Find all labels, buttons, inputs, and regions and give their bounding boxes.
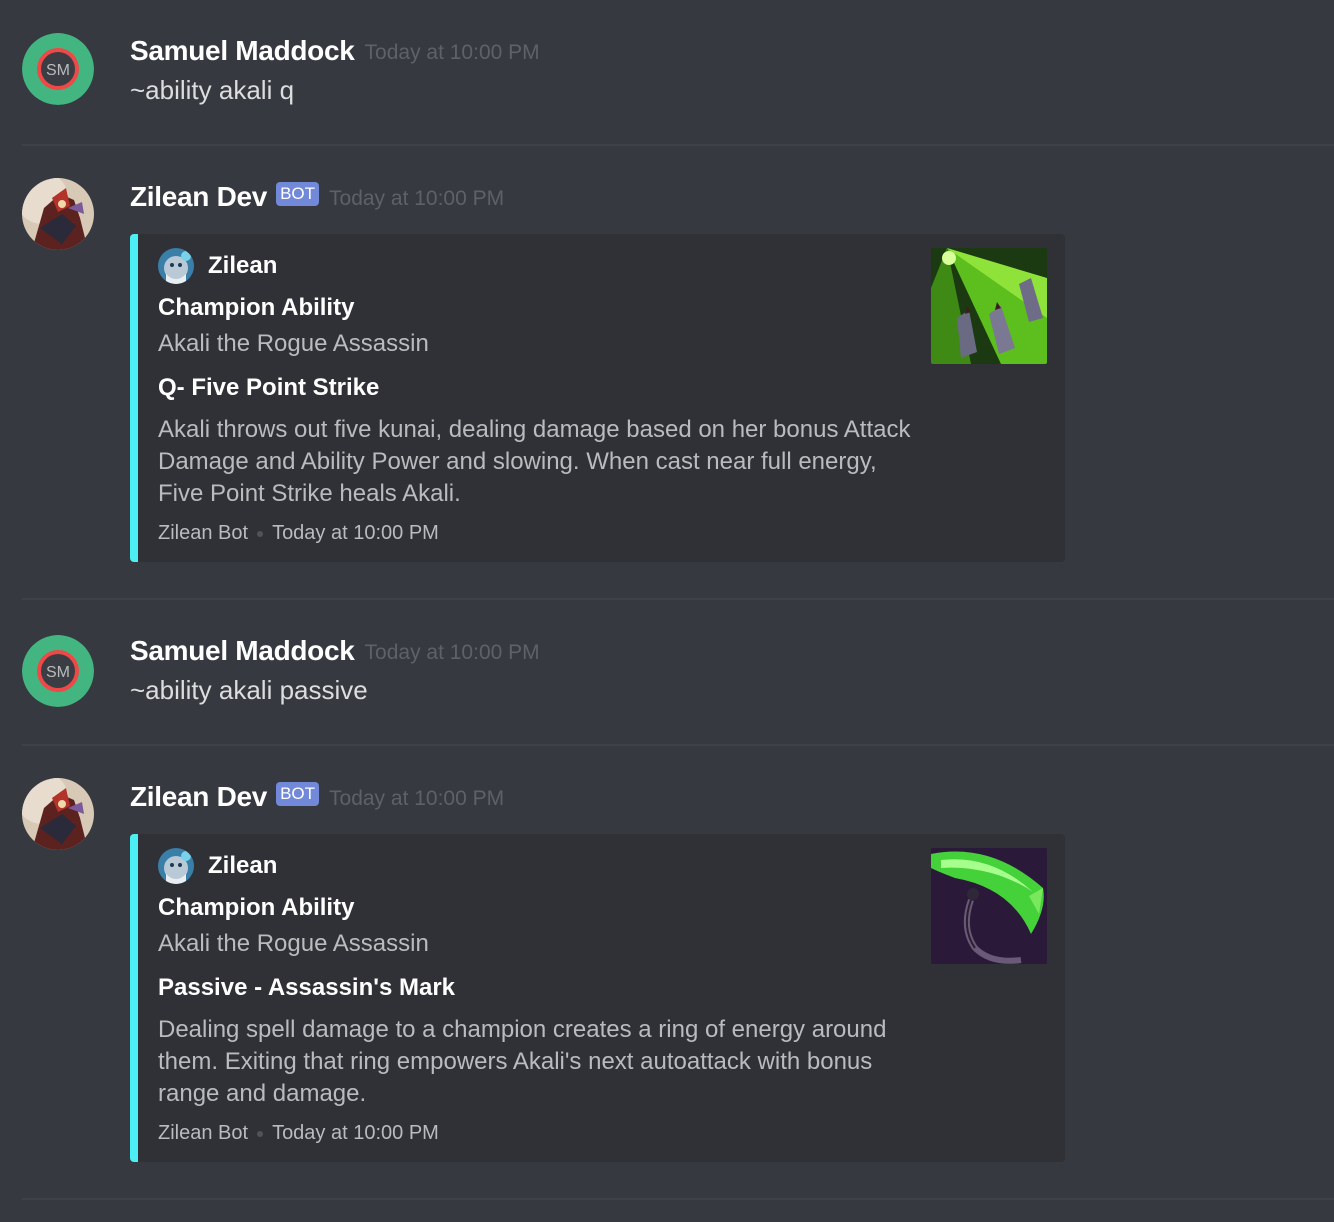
username[interactable]: Samuel Maddock xyxy=(130,635,355,667)
message-divider xyxy=(22,744,1334,746)
avatar-initials: SM xyxy=(46,62,70,79)
message-content: ~ability akali q xyxy=(130,75,295,105)
message-content: ~ability akali passive xyxy=(130,675,368,705)
user-avatar-icon: SM xyxy=(22,33,94,105)
embed-author: Zilean xyxy=(158,248,277,284)
zilean-author-icon xyxy=(158,248,194,284)
footer-text: Zilean Bot xyxy=(158,1122,249,1144)
message-timestamp: Today at 10:00 PM xyxy=(329,187,505,210)
bot-avatar-icon xyxy=(22,178,94,250)
message-divider xyxy=(22,598,1334,600)
embed-description: Akali the Rogue Assassin xyxy=(158,930,429,957)
field-value-line: Dealing spell damage to a champion creat… xyxy=(158,1016,887,1043)
message-timestamp: Today at 10:00 PM xyxy=(364,641,540,664)
field-value-line: Damage and Ability Power and slowing. Wh… xyxy=(158,448,877,475)
embed-field-value: Akali throws out five kunai, dealing dam… xyxy=(158,414,918,510)
bot-avatar-icon xyxy=(22,778,94,850)
message-header: Zilean Dev BOT Today at 10:00 PM xyxy=(130,177,504,217)
field-value-line: them. Exiting that ring empowers Akali's… xyxy=(158,1048,873,1075)
embed-author-name[interactable]: Zilean xyxy=(208,252,277,280)
embed-footer: Zilean Bot Today at 10:00 PM xyxy=(158,1122,439,1145)
username[interactable]: Samuel Maddock xyxy=(130,35,355,67)
avatar[interactable] xyxy=(22,778,94,850)
rich-embed: Zilean Champion Ability Akali the Rogue … xyxy=(130,234,1065,562)
embed-description: Akali the Rogue Assassin xyxy=(158,330,429,357)
embed-field-name: Q- Five Point Strike xyxy=(158,374,380,401)
username[interactable]: Zilean Dev xyxy=(130,781,267,813)
field-value-line: Akali throws out five kunai, dealing dam… xyxy=(158,416,911,443)
bot-tag: BOT xyxy=(276,782,320,806)
embed-field-value: Dealing spell damage to a champion creat… xyxy=(158,1014,918,1110)
embed-author-name[interactable]: Zilean xyxy=(208,852,277,880)
message-divider xyxy=(22,144,1334,146)
message-divider xyxy=(22,1198,1334,1200)
assassins-mark-icon[interactable] xyxy=(931,848,1047,964)
message-timestamp: Today at 10:00 PM xyxy=(329,787,505,810)
field-value-line: range and damage. xyxy=(158,1080,367,1107)
footer-separator xyxy=(257,530,264,537)
embed-footer: Zilean Bot Today at 10:00 PM xyxy=(158,522,439,545)
embed-title: Champion Ability xyxy=(158,894,355,921)
avatar[interactable] xyxy=(22,178,94,250)
avatar[interactable]: SM xyxy=(22,33,94,105)
footer-separator xyxy=(257,1130,264,1137)
rich-embed: Zilean Champion Ability Akali the Rogue … xyxy=(130,834,1065,1162)
embed-author: Zilean xyxy=(158,848,277,884)
field-value-line: Five Point Strike heals Akali. xyxy=(158,480,461,507)
message-header: Zilean Dev BOT Today at 10:00 PM xyxy=(130,777,504,817)
embed-field-name: Passive - Assassin's Mark xyxy=(158,974,455,1001)
message-timestamp: Today at 10:00 PM xyxy=(364,41,540,64)
message-header: Samuel Maddock Today at 10:00 PM xyxy=(130,631,540,671)
footer-text: Zilean Bot xyxy=(158,522,249,544)
user-avatar-icon: SM xyxy=(22,635,94,707)
avatar-initials: SM xyxy=(46,664,70,681)
bot-tag: BOT xyxy=(276,182,320,206)
username[interactable]: Zilean Dev xyxy=(130,181,267,213)
footer-timestamp: Today at 10:00 PM xyxy=(272,1122,439,1144)
zilean-author-icon xyxy=(158,848,194,884)
avatar[interactable]: SM xyxy=(22,635,94,707)
message-header: Samuel Maddock Today at 10:00 PM xyxy=(130,31,540,71)
five-point-strike-icon[interactable] xyxy=(931,248,1047,364)
embed-title: Champion Ability xyxy=(158,294,355,321)
footer-timestamp: Today at 10:00 PM xyxy=(272,522,439,544)
chat-messages: SM Samuel Maddock Today at 10:00 PM ~abi… xyxy=(0,0,1334,1222)
